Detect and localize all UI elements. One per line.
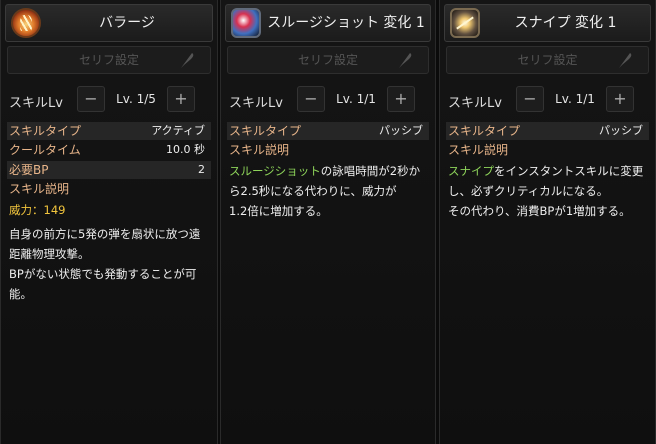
skill-type-row: スキルタイプ パッシブ — [227, 122, 429, 140]
skill-type-row: スキルタイプ アクティブ — [7, 122, 211, 140]
serif-settings-button[interactable]: セリフ設定 — [446, 46, 649, 74]
desc-line: し、必ずクリティカルになる。 — [448, 184, 609, 198]
level-decrease-button[interactable]: − — [77, 86, 105, 112]
skill-desc-header: スキル説明 — [446, 141, 649, 159]
power-label: 威力： — [9, 203, 44, 217]
cooldown-row: クールタイム 10.0 秒 — [7, 141, 211, 159]
cooldown-label: クールタイム — [9, 143, 81, 157]
desc-line: 能。 — [9, 287, 32, 301]
cooldown-value: 10.0 秒 — [166, 143, 205, 156]
skill-name-highlight: スルージショット — [229, 164, 321, 178]
snipe-icon — [450, 8, 480, 38]
skill-type-label: スキルタイプ — [9, 124, 82, 138]
required-bp-value: 2 — [198, 163, 205, 176]
skill-description: スルージショットの詠唱時間が2秒か ら2.5秒になる代わりに、威力が 1.2倍に… — [229, 161, 431, 221]
skill-desc-label: スキル説明 — [448, 143, 509, 157]
skill-level-row: スキルLv − Lv. 1/5 + — [7, 86, 211, 114]
level-increase-button[interactable]: + — [167, 86, 195, 112]
skill-panel-barrage: バラージ セリフ設定 スキルLv − Lv. 1/5 + スキルタイプ アクティ… — [0, 0, 218, 444]
skill-lv-label: スキルLv — [9, 96, 63, 111]
barrage-icon — [11, 8, 41, 38]
skill-description: 自身の前方に5発の弾を扇状に放つ遠 距離物理攻撃。 BPがない状態でも発動するこ… — [9, 224, 213, 304]
skill-title: バラージ — [99, 15, 155, 31]
level-decrease-button[interactable]: − — [516, 86, 544, 112]
level-increase-button[interactable]: + — [387, 86, 415, 112]
skill-desc-label: スキル説明 — [9, 182, 70, 196]
slug-shot-icon — [231, 8, 261, 38]
skill-level-value: Lv. 1/5 — [116, 92, 156, 106]
serif-settings-label: セリフ設定 — [517, 53, 578, 67]
skill-lv-label: スキルLv — [229, 96, 283, 111]
skill-panel-snipe: スナイプ 変化 1 セリフ設定 スキルLv − Lv. 1/1 + スキルタイプ… — [439, 0, 656, 444]
desc-line: 距離物理攻撃。 — [9, 247, 90, 261]
skill-desc-label: スキル説明 — [229, 143, 290, 157]
desc-line: スナイプをインスタントスキルに変更 — [448, 161, 651, 181]
desc-line: BPがない状態でも発動することが可 — [9, 267, 197, 281]
feather-pen-icon — [619, 53, 632, 68]
desc-line: スルージショットの詠唱時間が2秒か — [229, 161, 431, 181]
desc-line: その代わり、消費BPが1増加する。 — [448, 204, 631, 218]
power-value: 149 — [43, 203, 66, 217]
level-decrease-button[interactable]: − — [297, 86, 325, 112]
serif-settings-button[interactable]: セリフ設定 — [227, 46, 429, 74]
skill-level-value: Lv. 1/1 — [555, 92, 595, 106]
skill-level-value: Lv. 1/1 — [336, 92, 376, 106]
serif-settings-button[interactable]: セリフ設定 — [7, 46, 211, 74]
desc-line-rest: の詠唱時間が2秒か — [320, 164, 421, 178]
desc-line: ら2.5秒になる代わりに、威力が — [229, 184, 397, 198]
skill-type-label: スキルタイプ — [448, 124, 521, 138]
feather-pen-icon — [181, 53, 194, 68]
skill-desc-header: スキル説明 — [7, 180, 211, 198]
skill-header: スルージショット 変化 1 — [225, 4, 431, 42]
skill-name-highlight: スナイプ — [448, 164, 494, 178]
skill-header: スナイプ 変化 1 — [444, 4, 651, 42]
skill-type-value: アクティブ — [151, 124, 205, 137]
skill-panel-slug-shot: スルージショット 変化 1 セリフ設定 スキルLv − Lv. 1/1 + スキ… — [220, 0, 436, 444]
skill-type-value: パッシブ — [379, 124, 423, 137]
skill-type-row: スキルタイプ パッシブ — [446, 122, 649, 140]
skill-power: 威力：149 — [9, 200, 213, 220]
desc-line: 1.2倍に増加する。 — [229, 204, 328, 218]
skill-title: スナイプ 変化 1 — [514, 15, 617, 31]
desc-line-rest: をインスタントスキルに変更 — [494, 164, 644, 178]
serif-settings-label: セリフ設定 — [297, 53, 358, 67]
skill-type-value: パッシブ — [599, 124, 643, 137]
required-bp-row: 必要BP 2 — [7, 161, 211, 179]
level-increase-button[interactable]: + — [606, 86, 634, 112]
skill-level-row: スキルLv − Lv. 1/1 + — [227, 86, 429, 114]
skill-type-label: スキルタイプ — [229, 124, 302, 138]
skill-level-row: スキルLv − Lv. 1/1 + — [446, 86, 649, 114]
skill-desc-header: スキル説明 — [227, 141, 429, 159]
skill-title: スルージショット 変化 1 — [267, 15, 425, 31]
skill-description: スナイプをインスタントスキルに変更 し、必ずクリティカルになる。 その代わり、消… — [448, 161, 651, 221]
skill-header: バラージ — [5, 4, 213, 42]
required-bp-label: 必要BP — [9, 163, 49, 177]
skill-lv-label: スキルLv — [448, 96, 502, 111]
feather-pen-icon — [399, 53, 412, 68]
desc-line: 自身の前方に5発の弾を扇状に放つ遠 — [9, 227, 201, 241]
serif-settings-label: セリフ設定 — [78, 53, 139, 67]
